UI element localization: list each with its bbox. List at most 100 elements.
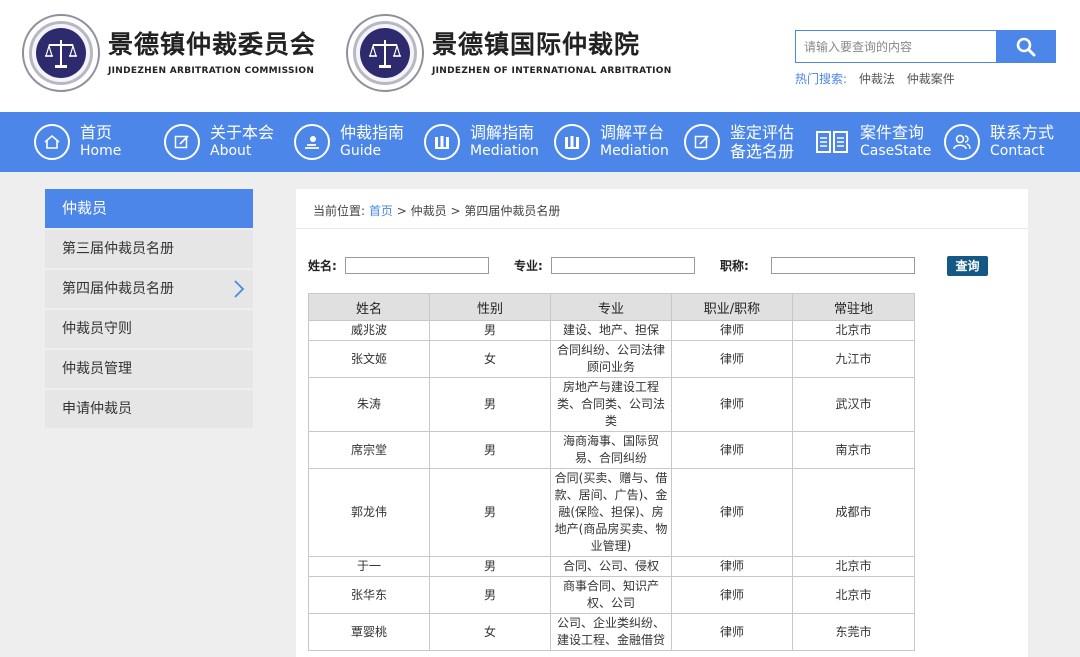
sidebar-item-label: 第三届仲裁员名册 xyxy=(62,241,174,257)
cell-name: 覃婴桃 xyxy=(308,613,430,651)
column-header: 姓名 xyxy=(308,293,430,321)
cell-specialty: 合同、公司、侵权 xyxy=(550,556,672,577)
breadcrumb-current: 第四届仲裁员名册 xyxy=(464,204,561,218)
logo-international-arbitration[interactable]: 景德镇国际仲裁院 JINDEZHEN OF INTERNATIONAL ARBI… xyxy=(346,14,672,92)
main-nav: 首页 Home 关于本会 About 仲裁指南 Guide 调解指南 Media… xyxy=(0,112,1080,172)
sidebar-item-apply[interactable]: 申请仲裁员 xyxy=(45,390,253,428)
hand-icon xyxy=(294,124,330,160)
nav-case-query[interactable]: 案件查询 CaseState xyxy=(814,112,944,172)
edit-icon xyxy=(684,124,720,160)
nav-label-en: Guide xyxy=(340,143,382,159)
cell-gender: 男 xyxy=(429,431,551,469)
breadcrumb-sep: > xyxy=(450,204,461,218)
hot-search-link[interactable]: 仲裁法 xyxy=(859,72,895,86)
hot-search-link[interactable]: 仲裁案件 xyxy=(907,72,955,86)
main-content: 当前位置: 首页 > 仲裁员 > 第四届仲裁员名册 姓名: 专业: 职称: 查询… xyxy=(296,189,1028,657)
edit-icon xyxy=(164,124,200,160)
nav-mediation-platform[interactable]: 调解平台 Mediation xyxy=(554,112,684,172)
nav-label-en: Home xyxy=(80,143,122,159)
nav-label-sub: 备选名册 xyxy=(730,142,795,161)
cell-location: 北京市 xyxy=(792,556,915,577)
site-header: 景德镇仲裁委员会 JINDEZHEN ARBITRATION COMMISSIO… xyxy=(0,0,1080,112)
nav-label-cn: 案件查询 xyxy=(860,123,925,142)
cell-location: 武汉市 xyxy=(792,377,915,432)
query-button[interactable]: 查询 xyxy=(947,256,988,276)
table-row: 威兆波 男 建设、地产、担保 律师 北京市 xyxy=(308,320,915,341)
sidebar-item-fourth-roster[interactable]: 第四届仲裁员名册 xyxy=(45,270,253,308)
cell-gender: 女 xyxy=(429,613,551,651)
column-header: 专业 xyxy=(550,293,672,321)
cell-name: 席宗堂 xyxy=(308,431,430,469)
cell-gender: 男 xyxy=(429,556,551,577)
nav-guide[interactable]: 仲裁指南 Guide xyxy=(294,112,424,172)
column-header: 职业/职称 xyxy=(671,293,793,321)
breadcrumb-sep: > xyxy=(396,204,407,218)
nav-label-en: Mediation xyxy=(470,143,539,159)
nav-label-cn: 首页 xyxy=(80,123,113,142)
column-header: 常驻地 xyxy=(792,293,915,321)
table-row: 张华东 男 商事合同、知识产权、公司 律师 北京市 xyxy=(308,576,915,614)
logo2-cn: 景德镇国际仲裁院 xyxy=(432,30,641,59)
seal-icon xyxy=(22,14,100,92)
sidebar-item-code[interactable]: 仲裁员守则 xyxy=(45,310,253,348)
cell-location: 九江市 xyxy=(792,340,915,378)
nav-label-cn: 关于本会 xyxy=(210,123,275,142)
search-input[interactable] xyxy=(795,30,996,63)
name-filter-label: 姓名: xyxy=(308,259,337,273)
cell-title: 律师 xyxy=(671,431,793,469)
home-icon xyxy=(34,124,70,160)
nav-label-en: Mediation xyxy=(600,143,669,159)
table-row: 郭龙伟 男 合同(买卖、赠与、借款、居间、广告)、金融(保险、担保)、房地产(商… xyxy=(308,468,915,557)
table-row: 朱涛 男 房地产与建设工程类、合同类、公司法类 律师 武汉市 xyxy=(308,377,915,432)
nav-appraisal-roster[interactable]: 鉴定评估 备选名册 xyxy=(684,112,814,172)
logo2-en: JINDEZHEN OF INTERNATIONAL ARBITRATION xyxy=(432,66,672,76)
cell-location: 东莞市 xyxy=(792,613,915,651)
search-button[interactable] xyxy=(996,30,1056,63)
nav-home[interactable]: 首页 Home xyxy=(34,112,164,172)
sidebar-item-label: 申请仲裁员 xyxy=(62,401,132,417)
cell-specialty: 建设、地产、担保 xyxy=(550,320,672,341)
cell-specialty: 公司、企业类纠纷、建设工程、金融借贷 xyxy=(550,613,672,651)
cell-location: 北京市 xyxy=(792,576,915,614)
name-filter-input[interactable] xyxy=(345,257,489,274)
title-filter-input[interactable] xyxy=(771,257,915,274)
nav-contact[interactable]: 联系方式 Contact xyxy=(944,112,1074,172)
table-row: 张文姬 女 合同纠纷、公司法律顾问业务 律师 九江市 xyxy=(308,340,915,378)
nav-label-cn: 调解指南 xyxy=(470,123,535,142)
cell-specialty: 合同(买卖、赠与、借款、居间、广告)、金融(保险、担保)、房地产(商品房买卖、物… xyxy=(550,468,672,557)
breadcrumb-level1[interactable]: 仲裁员 xyxy=(411,204,447,218)
sidebar-item-label: 仲裁员守则 xyxy=(62,321,132,337)
logo1-cn: 景德镇仲裁委员会 xyxy=(108,30,317,59)
logo-arbitration-commission[interactable]: 景德镇仲裁委员会 JINDEZHEN ARBITRATION COMMISSIO… xyxy=(22,14,316,92)
nav-label-en: About xyxy=(210,143,252,159)
cell-name: 朱涛 xyxy=(308,377,430,432)
cell-title: 律师 xyxy=(671,377,793,432)
nav-label-cn: 联系方式 xyxy=(990,123,1055,142)
seal-icon xyxy=(346,14,424,92)
breadcrumb-home-link[interactable]: 首页 xyxy=(369,204,393,218)
table-row: 于一 男 合同、公司、侵权 律师 北京市 xyxy=(308,556,915,577)
nav-label-cn: 调解平台 xyxy=(600,123,665,142)
table-header-row: 姓名 性别 专业 职业/职称 常驻地 xyxy=(308,293,915,321)
sidebar-item-third-roster[interactable]: 第三届仲裁员名册 xyxy=(45,230,253,268)
nav-label-cn: 仲裁指南 xyxy=(340,123,405,142)
sidebar-item-management[interactable]: 仲裁员管理 xyxy=(45,350,253,388)
cell-location: 南京市 xyxy=(792,431,915,469)
breadcrumb-divider xyxy=(296,228,1028,229)
book-icon xyxy=(814,124,850,160)
specialty-filter-input[interactable] xyxy=(551,257,695,274)
cell-name: 张文姬 xyxy=(308,340,430,378)
nav-label-cn: 鉴定评估 xyxy=(730,123,795,142)
cell-gender: 男 xyxy=(429,320,551,341)
cell-gender: 女 xyxy=(429,340,551,378)
people-icon xyxy=(944,124,980,160)
search-icon xyxy=(1016,37,1036,56)
nav-mediation-guide[interactable]: 调解指南 Mediation xyxy=(424,112,554,172)
sidebar-item-label: 仲裁员管理 xyxy=(62,361,132,377)
title-filter-label: 职称: xyxy=(720,259,749,273)
nav-about[interactable]: 关于本会 About xyxy=(164,112,294,172)
search-bar xyxy=(795,30,1056,63)
cell-name: 郭龙伟 xyxy=(308,468,430,557)
handshake-icon xyxy=(554,124,590,160)
cell-name: 于一 xyxy=(308,556,430,577)
